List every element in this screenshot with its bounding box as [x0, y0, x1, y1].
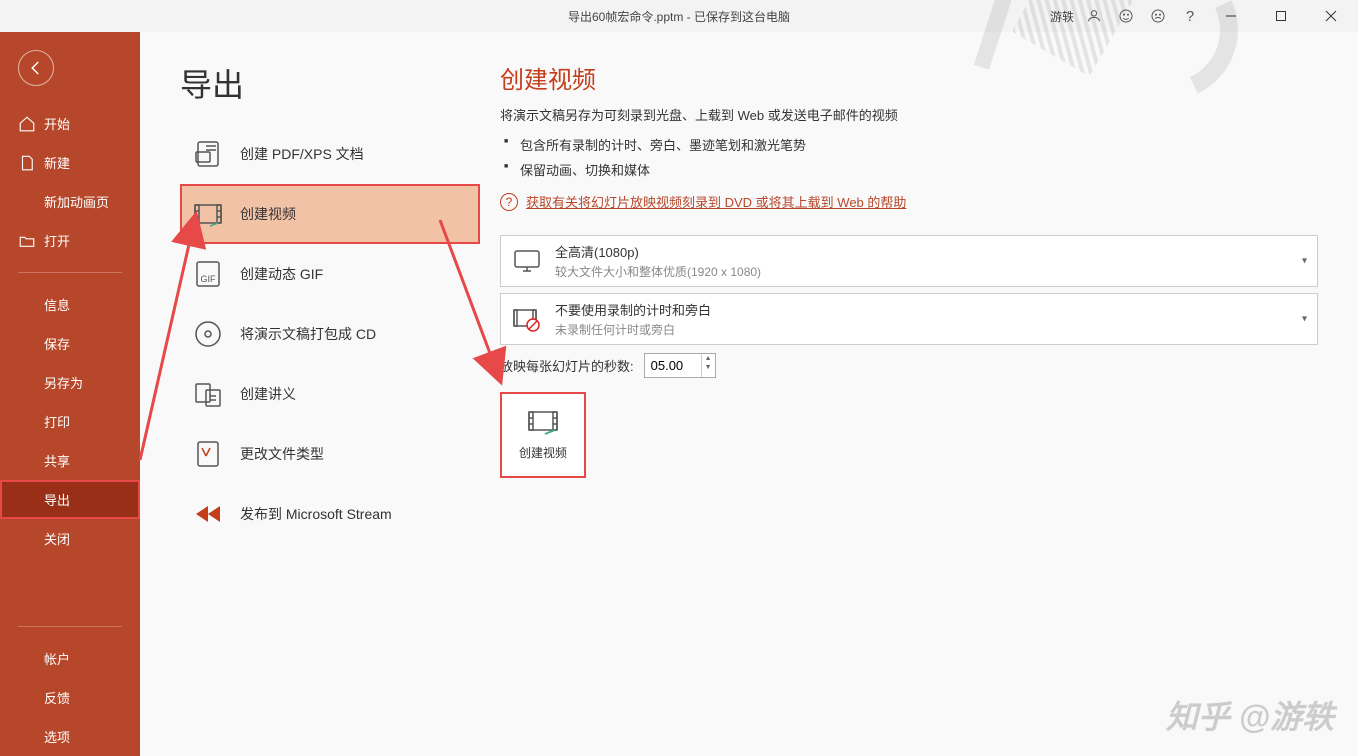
user-name[interactable]: 游轶	[1050, 8, 1074, 25]
create-video-button[interactable]: 创建视频	[500, 392, 586, 478]
chevron-down-icon: ▾	[1302, 314, 1307, 325]
dropdown-subtitle: 较大文件大小和整体优质(1920 x 1080)	[555, 263, 761, 280]
nav-feedback[interactable]: 反馈	[0, 678, 140, 717]
export-label: 创建视频	[240, 204, 296, 224]
svg-text:GIF: GIF	[201, 274, 217, 284]
nav-label: 导出	[44, 490, 70, 509]
detail-bullet: 包含所有录制的计时、旁白、墨迹笔划和激光笔势	[520, 132, 1318, 157]
export-options-list: 创建 PDF/XPS 文档 创建视频 GIF 创建动态 GIF 将演示文稿打包成…	[140, 124, 480, 544]
export-package-cd[interactable]: 将演示文稿打包成 CD	[180, 304, 480, 364]
nav-close[interactable]: 关闭	[0, 519, 140, 558]
spinner-down-icon[interactable]: ▼	[702, 363, 715, 372]
nav-save[interactable]: 保存	[0, 324, 140, 363]
help-circle-icon: ?	[500, 193, 518, 211]
nav-label: 新加动画页	[44, 192, 109, 211]
minimize-button[interactable]	[1208, 2, 1254, 30]
nav-label: 帐户	[44, 649, 70, 668]
nav-label: 打印	[44, 412, 70, 431]
export-label: 将演示文稿打包成 CD	[240, 324, 376, 344]
frown-icon[interactable]	[1144, 2, 1172, 30]
nav-label: 保存	[44, 334, 70, 353]
export-pdf-xps[interactable]: 创建 PDF/XPS 文档	[180, 124, 480, 184]
video-quality-dropdown[interactable]: 全高清(1080p) 较大文件大小和整体优质(1920 x 1080) ▾	[500, 235, 1318, 287]
help-link[interactable]: 获取有关将幻灯片放映视频刻录到 DVD 或将其上载到 Web 的帮助	[526, 192, 906, 211]
nav-info[interactable]: 信息	[0, 285, 140, 324]
narration-dropdown[interactable]: 不要使用录制的计时和旁白 未录制任何计时或旁白 ▾	[500, 293, 1318, 345]
export-create-gif[interactable]: GIF 创建动态 GIF	[180, 244, 480, 304]
export-publish-stream[interactable]: 发布到 Microsoft Stream	[180, 484, 480, 544]
video-icon	[192, 198, 224, 230]
export-handouts[interactable]: 创建讲义	[180, 364, 480, 424]
filetype-icon	[192, 438, 224, 470]
back-button[interactable]	[18, 50, 54, 86]
nav-label: 选项	[44, 727, 70, 746]
user-avatar-icon[interactable]	[1080, 2, 1108, 30]
smile-icon[interactable]	[1112, 2, 1140, 30]
nav-label: 开始	[44, 114, 70, 133]
export-label: 创建动态 GIF	[240, 264, 323, 284]
page-title: 导出	[140, 32, 480, 124]
export-detail-panel: 创建视频 将演示文稿另存为可刻录到光盘、上载到 Web 或发送电子邮件的视频 包…	[480, 32, 1358, 756]
spinner-up-icon[interactable]: ▲	[702, 354, 715, 363]
dropdown-title: 不要使用录制的计时和旁白	[555, 300, 711, 319]
detail-title: 创建视频	[500, 60, 1318, 95]
nav-label: 反馈	[44, 688, 70, 707]
seconds-per-slide-label: 放映每张幻灯片的秒数:	[500, 356, 634, 375]
maximize-button[interactable]	[1258, 2, 1304, 30]
nav-print[interactable]: 打印	[0, 402, 140, 441]
export-label: 创建 PDF/XPS 文档	[240, 144, 364, 164]
video-icon	[527, 410, 559, 436]
create-video-button-label: 创建视频	[519, 444, 567, 461]
export-change-filetype[interactable]: 更改文件类型	[180, 424, 480, 484]
export-label: 更改文件类型	[240, 444, 324, 464]
nav-save-as[interactable]: 另存为	[0, 363, 140, 402]
nav-label: 信息	[44, 295, 70, 314]
stream-icon	[192, 498, 224, 530]
chevron-down-icon: ▾	[1302, 256, 1307, 267]
export-label: 创建讲义	[240, 384, 296, 404]
nav-label: 另存为	[44, 373, 83, 392]
dropdown-title: 全高清(1080p)	[555, 242, 761, 261]
nav-separator	[18, 626, 122, 627]
nav-options[interactable]: 选项	[0, 717, 140, 756]
nav-open[interactable]: 打开	[0, 221, 140, 260]
nav-new-animation-page[interactable]: 新加动画页	[0, 182, 140, 221]
seconds-input[interactable]	[645, 354, 701, 377]
export-create-video[interactable]: 创建视频	[180, 184, 480, 244]
detail-bullet: 保留动画、切换和媒体	[520, 157, 1318, 182]
monitor-icon	[511, 245, 543, 277]
seconds-spinner[interactable]: ▲ ▼	[644, 353, 716, 378]
dropdown-subtitle: 未录制任何计时或旁白	[555, 321, 711, 338]
nav-separator	[18, 272, 122, 273]
cd-icon	[192, 318, 224, 350]
nav-export[interactable]: 导出	[0, 480, 140, 519]
nav-home[interactable]: 开始	[0, 104, 140, 143]
window-title: 导出60帧宏命令.pptm - 已保存到这台电脑	[568, 8, 790, 25]
nav-label: 关闭	[44, 529, 70, 548]
gif-icon: GIF	[192, 258, 224, 290]
export-label: 发布到 Microsoft Stream	[240, 504, 392, 524]
nav-label: 新建	[44, 153, 70, 172]
help-icon[interactable]: ?	[1176, 2, 1204, 30]
nav-label: 打开	[44, 231, 70, 250]
nav-account[interactable]: 帐户	[0, 639, 140, 678]
nav-share[interactable]: 共享	[0, 441, 140, 480]
nav-new[interactable]: 新建	[0, 143, 140, 182]
film-no-icon	[511, 303, 543, 335]
pdf-icon	[192, 138, 224, 170]
detail-description: 将演示文稿另存为可刻录到光盘、上载到 Web 或发送电子邮件的视频	[500, 105, 1318, 124]
handouts-icon	[192, 378, 224, 410]
nav-label: 共享	[44, 451, 70, 470]
close-button[interactable]	[1308, 2, 1354, 30]
backstage-sidebar: 开始 新建 新加动画页 打开 信息 保存 另存为 打印 共享 导出 关闭 帐户 …	[0, 32, 140, 756]
